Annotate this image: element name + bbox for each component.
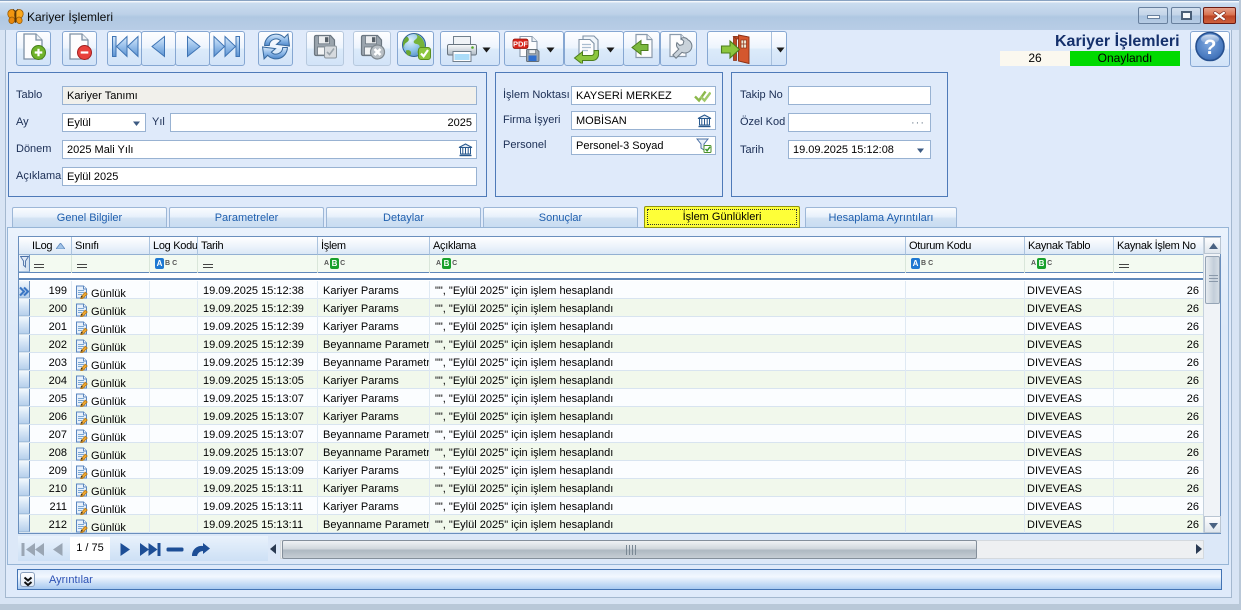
svg-text:?: ? — [1204, 36, 1217, 59]
svg-text:PDF: PDF — [513, 39, 528, 48]
